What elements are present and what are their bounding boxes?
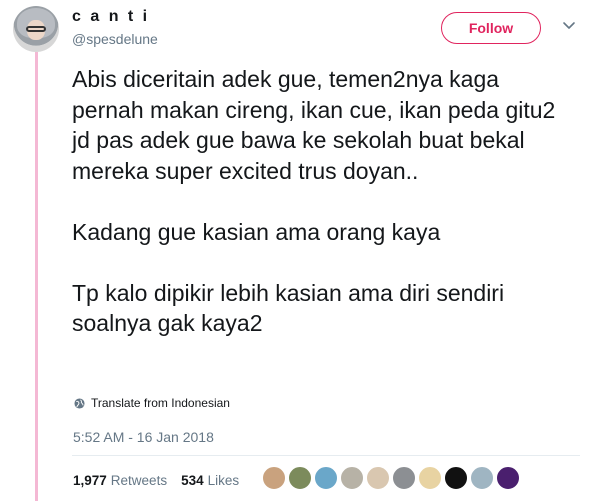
- divider: [72, 455, 580, 456]
- globe-icon: [74, 397, 85, 409]
- liker-avatar[interactable]: [366, 466, 390, 490]
- retweets-label: Retweets: [110, 473, 168, 488]
- liker-avatar[interactable]: [470, 466, 494, 490]
- liker-avatar[interactable]: [444, 466, 468, 490]
- liker-avatars: [262, 466, 520, 490]
- liker-avatar[interactable]: [496, 466, 520, 490]
- thread-line: [35, 52, 38, 501]
- avatar-glasses: [26, 26, 46, 32]
- tweet-paragraph: Abis diceritain adek gue, temen2nya kaga…: [72, 66, 556, 184]
- chevron-down-icon[interactable]: [560, 16, 578, 34]
- tweet-paragraph: Tp kalo dipikir lebih kasian ama diri se…: [72, 279, 505, 337]
- timestamp[interactable]: 5:52 AM - 16 Jan 2018: [73, 429, 214, 445]
- display-name[interactable]: c a n t i: [72, 8, 150, 26]
- user-handle[interactable]: @spesdelune: [72, 31, 158, 47]
- tweet-stats: 1,977 Retweets 534 Likes: [73, 473, 239, 488]
- liker-avatar[interactable]: [314, 466, 338, 490]
- avatar[interactable]: [13, 6, 59, 52]
- liker-avatar[interactable]: [288, 466, 312, 490]
- tweet-paragraph: Kadang gue kasian ama orang kaya: [72, 218, 441, 245]
- tweet-text: Abis diceritain adek gue, temen2nya kaga…: [72, 64, 572, 339]
- retweets-count: 1,977: [73, 473, 107, 488]
- translate-label: Translate from Indonesian: [91, 396, 230, 410]
- likes-label: Likes: [207, 473, 240, 488]
- liker-avatar[interactable]: [262, 466, 286, 490]
- retweets-stat[interactable]: 1,977 Retweets: [73, 473, 167, 488]
- likes-stat[interactable]: 534 Likes: [181, 473, 239, 488]
- likes-count: 534: [181, 473, 204, 488]
- follow-button[interactable]: Follow: [441, 12, 541, 44]
- liker-avatar[interactable]: [340, 466, 364, 490]
- liker-avatar[interactable]: [392, 466, 416, 490]
- translate-link[interactable]: Translate from Indonesian: [74, 396, 230, 410]
- liker-avatar[interactable]: [418, 466, 442, 490]
